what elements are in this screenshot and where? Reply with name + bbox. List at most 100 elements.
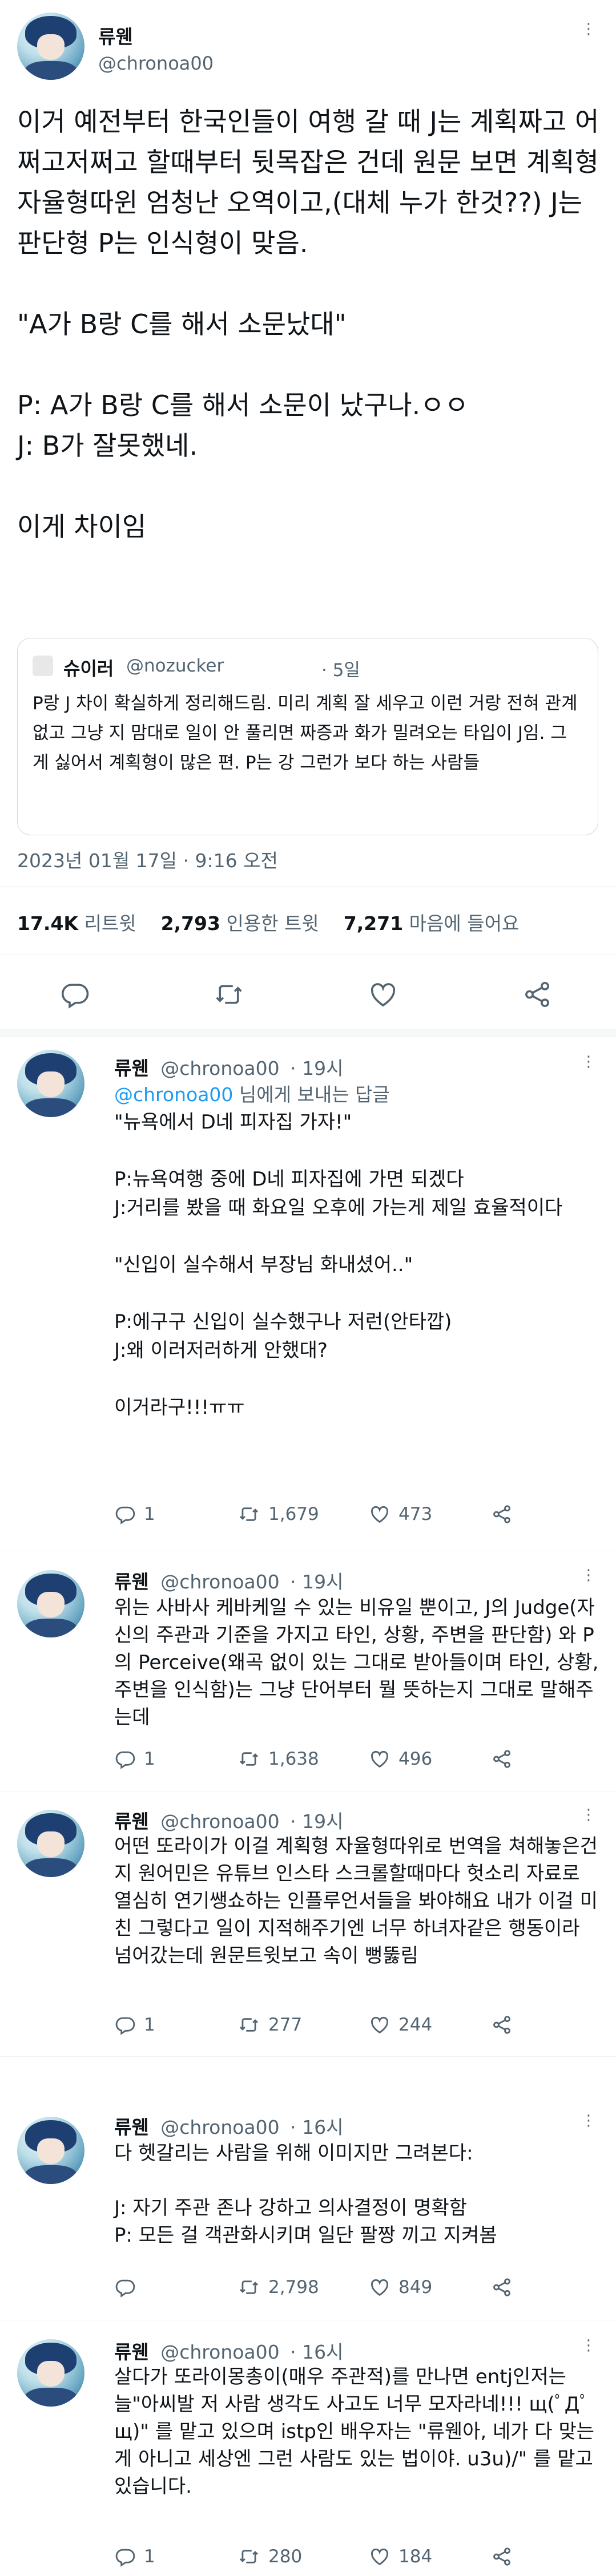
reply-text: 살다가 또라이몽총이(매우 주관적)를 만나면 entj인저는 늘"아씨발 저 …: [114, 2365, 599, 2498]
more-options-icon[interactable]: ⋮: [581, 1053, 597, 1070]
reply-time[interactable]: · 19시: [290, 1571, 343, 1593]
reply-text: "뉴욕에서 D네 피자집 가자!" P:뉴욕여행 중에 D네 피자집에 가면 되…: [114, 1111, 563, 1419]
reply-handle[interactable]: @chronoa00: [160, 1057, 279, 1079]
quote-avatar-icon: [33, 656, 53, 676]
retweet-button[interactable]: 2,798: [237, 2276, 319, 2298]
reply-avatar[interactable]: [17, 2117, 84, 2184]
quote-label[interactable]: 인용한 트윗: [226, 912, 319, 935]
author-display-name[interactable]: 류웬: [98, 22, 133, 49]
share-icon: [493, 1505, 510, 1523]
reply-button[interactable]: [114, 2276, 144, 2298]
reply-display-name[interactable]: 류웬: [114, 2341, 149, 2363]
reply-display-name[interactable]: 류웬: [114, 2116, 149, 2138]
more-options-icon[interactable]: ⋮: [581, 2337, 597, 2354]
replying-to-handle[interactable]: @chronoa00: [114, 1083, 233, 1106]
retweet-count: 2,798: [268, 2277, 319, 2298]
retweet-button[interactable]: 277: [237, 2014, 302, 2036]
like-count: 184: [398, 2546, 433, 2567]
retweet-icon: [216, 985, 242, 1004]
quote-text: P랑 J 차이 확실하게 정리해드림. 미리 계획 잘 세우고 이런 거랑 전혀…: [33, 693, 583, 773]
more-options-icon[interactable]: ⋮: [581, 1806, 597, 1823]
like-count[interactable]: 7,271: [344, 912, 403, 935]
reply-button[interactable]: 1: [114, 1748, 155, 1770]
like-button[interactable]: 184: [369, 2546, 432, 2567]
share-button[interactable]: [491, 1748, 513, 1770]
more-options-icon[interactable]: ⋮: [581, 21, 597, 38]
heart-icon: [371, 1506, 388, 1523]
retweet-icon: [239, 2280, 259, 2294]
reply-time[interactable]: · 16시: [290, 2116, 343, 2138]
quote-display-name: 슈이러: [63, 658, 114, 680]
retweet-icon: [239, 1752, 259, 1766]
heart-icon: [371, 1750, 388, 1768]
reply-button[interactable]: 1: [114, 2546, 155, 2567]
retweet-icon: [239, 2550, 259, 2563]
reply-icon: [115, 1751, 135, 1769]
heart-icon: [371, 2016, 388, 2034]
reply-time[interactable]: · 19시: [290, 1057, 343, 1079]
like-button[interactable]: 244: [369, 2014, 432, 2036]
reply-handle[interactable]: @chronoa00: [160, 1571, 279, 1593]
retweet-count: 280: [268, 2546, 303, 2567]
quote-count[interactable]: 2,793: [161, 912, 220, 935]
quoted-tweet[interactable]: 슈이러 @nozucker · 5일 P랑 J 차이 확실하게 정리해드림. 미…: [17, 638, 598, 835]
replying-to-label: 님에게 보내는 답글: [233, 1083, 390, 1106]
reply-display-name[interactable]: 류웬: [114, 1810, 149, 1833]
retweet-button[interactable]: 280: [237, 2546, 302, 2567]
share-button[interactable]: [522, 979, 553, 1010]
author-handle[interactable]: @chronoa00: [98, 52, 214, 74]
share-button[interactable]: [491, 2014, 513, 2036]
reply-avatar[interactable]: [17, 1810, 84, 1877]
like-button[interactable]: 496: [369, 1748, 432, 1770]
reply-icon: [62, 984, 89, 1009]
reply-time[interactable]: · 16시: [290, 2341, 343, 2363]
like-count: 496: [398, 1749, 433, 1769]
heart-icon: [371, 2548, 388, 2566]
retweet-icon: [239, 2018, 259, 2032]
retweet-label[interactable]: 리트윗: [84, 912, 136, 935]
heart-icon: [371, 2279, 388, 2296]
tweet-timestamp[interactable]: 2023년 01월 17일 · 9:16 오전: [17, 846, 278, 873]
reply-handle[interactable]: @chronoa00: [160, 1810, 279, 1833]
reply-avatar[interactable]: [17, 1570, 84, 1637]
quote-handle: @nozucker: [126, 656, 224, 676]
reply-icon: [115, 2279, 135, 2298]
share-button[interactable]: [491, 1503, 513, 1525]
retweet-button[interactable]: 1,638: [237, 1748, 319, 1770]
reply-handle[interactable]: @chronoa00: [160, 2341, 279, 2363]
heart-icon: [371, 983, 396, 1007]
like-count: 244: [398, 2015, 433, 2035]
like-button[interactable]: [368, 979, 398, 1010]
like-label[interactable]: 마음에 들어요: [409, 912, 520, 935]
reply-handle[interactable]: @chronoa00: [160, 2116, 279, 2138]
retweet-count[interactable]: 17.4K: [17, 912, 78, 935]
like-button[interactable]: 473: [369, 1503, 432, 1525]
tweet-text: 이거 예전부터 한국인들이 여행 갈 때 J는 계획짜고 어쩌고저쩌고 할때부터…: [17, 106, 599, 542]
retweet-icon: [239, 1507, 259, 1521]
reply-count: 1: [144, 2546, 155, 2567]
more-options-icon[interactable]: ⋮: [581, 1567, 597, 1584]
reply-text: 어떤 또라이가 이걸 계획형 자율형따위로 번역을 쳐해놓은건지 원어민은 유튜…: [114, 1835, 598, 1967]
share-button[interactable]: [491, 2546, 513, 2567]
retweet-count: 1,679: [268, 1504, 319, 1524]
reply-display-name[interactable]: 류웬: [114, 1571, 149, 1593]
more-options-icon[interactable]: ⋮: [581, 2112, 597, 2129]
reply-avatar[interactable]: [17, 1050, 84, 1117]
like-button[interactable]: 849: [369, 2276, 432, 2298]
like-count: 473: [398, 1504, 433, 1524]
author-avatar[interactable]: [17, 13, 84, 80]
reply-time[interactable]: · 19시: [290, 1810, 343, 1833]
quote-time: · 5일: [321, 660, 360, 681]
retweet-button[interactable]: 1,679: [237, 1503, 319, 1525]
reply-display-name[interactable]: 류웬: [114, 1057, 149, 1079]
like-count: 849: [398, 2277, 433, 2298]
replying-to: @chronoa00 님에게 보내는 답글: [114, 1079, 390, 1107]
reply-avatar[interactable]: [17, 2339, 84, 2407]
reply-button[interactable]: 1: [114, 2014, 155, 2036]
share-button[interactable]: [491, 2276, 513, 2298]
retweet-count: 1,638: [268, 1749, 319, 1769]
reply-button[interactable]: [59, 979, 90, 1010]
share-icon: [493, 2547, 510, 2566]
reply-button[interactable]: 1: [114, 1503, 155, 1525]
retweet-button[interactable]: [212, 979, 245, 1010]
